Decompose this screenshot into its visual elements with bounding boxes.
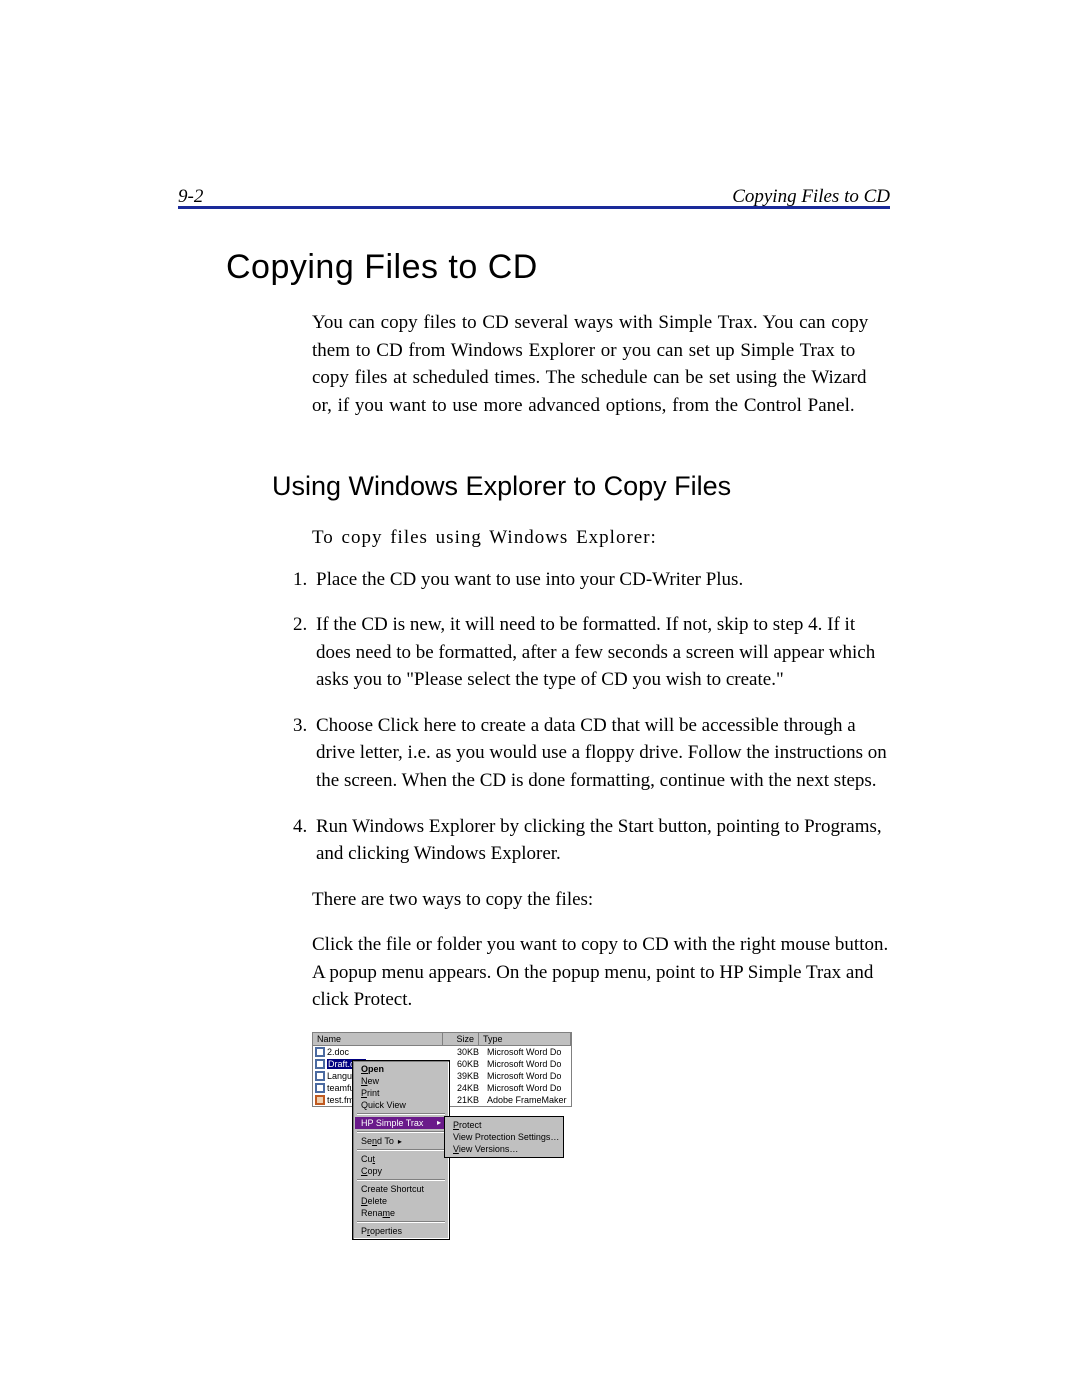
menu-label: HP Simple Trax <box>361 1118 423 1128</box>
menu-item-send-to[interactable]: Send To <box>355 1135 447 1147</box>
menu-item-create-shortcut[interactable]: Create Shortcut <box>355 1183 447 1195</box>
context-menu: Open New Print Quick View HP Simple Trax… <box>352 1060 450 1240</box>
menu-separator <box>357 1113 445 1115</box>
step-item: Place the CD you want to use into your C… <box>312 566 890 594</box>
file-name: 2.doc <box>327 1047 349 1057</box>
file-name: teamfu <box>327 1083 355 1093</box>
body-text: There are two ways to copy the files: <box>312 886 890 914</box>
file-name: Langu <box>327 1071 352 1081</box>
body-text: Click the file or folder you want to cop… <box>312 931 890 1014</box>
running-title: Copying Files to CD <box>732 186 890 208</box>
menu-item-copy[interactable]: Copy <box>355 1165 447 1177</box>
step-item: Choose Click here to create a data CD th… <box>312 712 890 795</box>
menu-label: rint <box>367 1088 380 1098</box>
menu-label: ew <box>368 1076 380 1086</box>
hp-simple-trax-submenu: Protect View Protection Settings… View V… <box>444 1116 564 1158</box>
menu-item-rename[interactable]: Rename <box>355 1207 447 1219</box>
file-type: Microsoft Word Do <box>483 1083 571 1093</box>
word-file-icon <box>315 1047 325 1057</box>
framemaker-file-icon <box>315 1095 325 1105</box>
menu-item-new[interactable]: New <box>355 1075 447 1087</box>
column-header-size[interactable]: Size <box>443 1033 479 1045</box>
file-type: Microsoft Word Do <box>483 1047 571 1057</box>
menu-separator <box>357 1149 445 1151</box>
explorer-screenshot: Name Size Type 2.doc 30KB Microsoft Word… <box>312 1032 572 1107</box>
step-item: Run Windows Explorer by clicking the Sta… <box>312 813 890 868</box>
page-number: 9-2 <box>178 186 203 208</box>
menu-item-open[interactable]: Open <box>355 1063 447 1075</box>
page-title: Copying Files to CD <box>226 248 890 287</box>
menu-item-hp-simple-trax[interactable]: HP Simple Trax <box>355 1117 447 1129</box>
menu-item-quick-view[interactable]: Quick View <box>355 1099 447 1111</box>
section-heading: Using Windows Explorer to Copy Files <box>272 471 890 502</box>
step-item: If the CD is new, it will need to be for… <box>312 611 890 694</box>
file-type: Microsoft Word Do <box>483 1071 571 1081</box>
menu-item-properties[interactable]: Properties <box>355 1225 447 1237</box>
menu-separator <box>357 1131 445 1133</box>
column-header-name[interactable]: Name <box>313 1033 443 1045</box>
menu-item-cut[interactable]: Cut <box>355 1153 447 1165</box>
intro-paragraph: You can copy files to CD several ways wi… <box>312 309 890 419</box>
procedure-steps: Place the CD you want to use into your C… <box>284 566 890 868</box>
menu-separator <box>357 1221 445 1223</box>
submenu-item-view-versions[interactable]: View Versions… <box>447 1143 561 1155</box>
word-file-icon <box>315 1083 325 1093</box>
header-rule <box>178 206 890 209</box>
submenu-item-view-protection-settings[interactable]: View Protection Settings… <box>447 1131 561 1143</box>
file-size: 30KB <box>443 1047 483 1057</box>
menu-item-print[interactable]: Print <box>355 1087 447 1099</box>
file-list-header: Name Size Type <box>313 1033 571 1046</box>
menu-label: pen <box>368 1064 384 1074</box>
procedure-lead: To copy files using Windows Explorer: <box>312 524 890 552</box>
file-type: Microsoft Word Do <box>483 1059 571 1069</box>
word-file-icon <box>315 1071 325 1081</box>
menu-separator <box>357 1179 445 1181</box>
column-header-type[interactable]: Type <box>479 1033 571 1045</box>
file-type: Adobe FrameMaker <box>483 1095 571 1105</box>
submenu-item-protect[interactable]: Protect <box>447 1119 561 1131</box>
running-header: 9-2 Copying Files to CD <box>178 186 890 208</box>
table-row[interactable]: 2.doc 30KB Microsoft Word Do <box>313 1046 571 1058</box>
file-name: test.fm <box>327 1095 354 1105</box>
menu-item-delete[interactable]: Delete <box>355 1195 447 1207</box>
word-file-icon <box>315 1059 325 1069</box>
